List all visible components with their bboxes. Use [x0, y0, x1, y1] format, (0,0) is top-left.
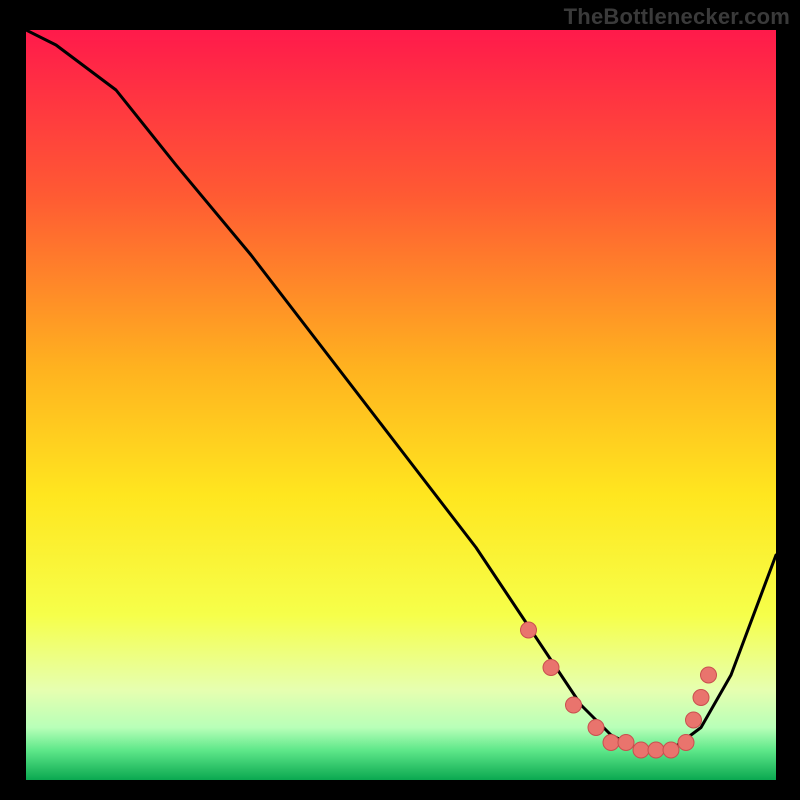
highlight-dot [543, 660, 559, 676]
highlight-dot [566, 697, 582, 713]
highlight-dot [588, 720, 604, 736]
highlight-dot [633, 742, 649, 758]
attribution-label: TheBottlenecker.com [564, 4, 790, 30]
highlight-dot [603, 735, 619, 751]
highlight-dot [686, 712, 702, 728]
highlight-dot [521, 622, 537, 638]
highlight-dot [648, 742, 664, 758]
highlight-dot [663, 742, 679, 758]
plot-area [26, 30, 776, 780]
highlight-dot [693, 690, 709, 706]
gradient-background [26, 30, 776, 780]
highlight-dot [618, 735, 634, 751]
chart-frame: TheBottlenecker.com [0, 0, 800, 800]
chart-svg [26, 30, 776, 780]
highlight-dot [701, 667, 717, 683]
highlight-dot [678, 735, 694, 751]
